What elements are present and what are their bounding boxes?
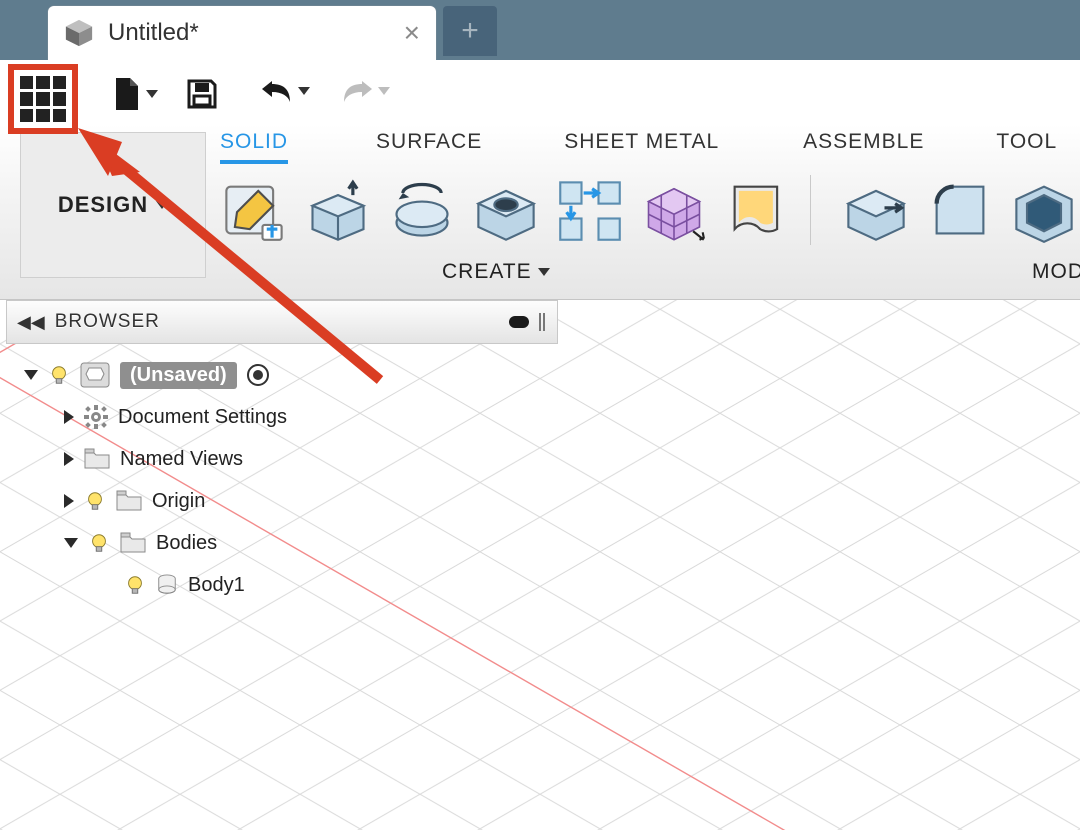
document-tab[interactable]: Untitled* ×: [48, 6, 436, 60]
separator: [810, 175, 824, 245]
browser-tree: (Unsaved) Document Settings Named Views …: [6, 344, 558, 606]
root-label: (Unsaved): [120, 362, 237, 389]
browser-title: BROWSER: [55, 311, 160, 333]
chevron-down-icon: [378, 87, 390, 95]
expand-icon[interactable]: [64, 452, 74, 466]
expand-icon[interactable]: [64, 410, 74, 424]
expand-icon[interactable]: [64, 538, 78, 548]
undo-button[interactable]: [260, 78, 310, 104]
tree-label: Origin: [152, 490, 205, 513]
tree-item-named-views[interactable]: Named Views: [24, 438, 552, 480]
bulb-icon[interactable]: [48, 364, 70, 386]
grid-icon: [20, 76, 66, 122]
workspace-label: DESIGN: [58, 192, 148, 218]
folder-icon: [116, 490, 142, 512]
ribbon-tabs: SOLID SURFACE SHEET METAL ASSEMBLE TOOL: [220, 130, 1057, 164]
group-label-modify[interactable]: MOD: [1032, 260, 1080, 284]
tree-item-document-settings[interactable]: Document Settings: [24, 396, 552, 438]
press-pull-button[interactable]: [842, 176, 910, 244]
drag-handle-icon[interactable]: [539, 313, 547, 331]
tree-root[interactable]: (Unsaved): [24, 354, 552, 396]
pattern-button[interactable]: [556, 176, 624, 244]
redo-button[interactable]: [340, 78, 390, 104]
redo-icon: [340, 78, 374, 104]
body-icon: [156, 574, 178, 596]
chevron-down-icon: [538, 268, 550, 276]
quick-access-toolbar: [0, 60, 1080, 124]
expand-icon[interactable]: [24, 370, 38, 380]
bulb-icon[interactable]: [88, 532, 110, 554]
active-component-icon[interactable]: [247, 364, 269, 386]
workspace-switcher[interactable]: DESIGN: [20, 132, 206, 278]
folder-icon: [120, 532, 146, 554]
document-tabs-bar: Untitled* × +: [0, 0, 1080, 60]
pill-icon[interactable]: [509, 316, 529, 328]
file-menu-button[interactable]: [112, 78, 158, 110]
tree-label: Document Settings: [118, 406, 287, 429]
browser-panel: ◀◀ BROWSER (Unsaved) Document Settings N…: [6, 300, 558, 606]
fillet-button[interactable]: [926, 176, 994, 244]
chevron-down-icon: [146, 90, 158, 98]
tree-label: Named Views: [120, 448, 243, 471]
tab-surface[interactable]: SURFACE: [376, 130, 482, 164]
extrude-button[interactable]: [304, 176, 372, 244]
tab-assemble[interactable]: ASSEMBLE: [803, 130, 924, 164]
undo-icon: [260, 78, 294, 104]
ribbon: DESIGN SOLID SURFACE SHEET METAL ASSEMBL…: [0, 124, 1080, 300]
collapse-icon[interactable]: ◀◀: [17, 312, 45, 333]
ribbon-tools: [220, 170, 1078, 250]
tab-solid[interactable]: SOLID: [220, 130, 288, 164]
save-button[interactable]: [186, 78, 218, 110]
data-panel-button[interactable]: [8, 64, 78, 134]
cube-icon: [64, 18, 94, 48]
tab-tools[interactable]: TOOL: [996, 130, 1057, 164]
tree-item-origin[interactable]: Origin: [24, 480, 552, 522]
save-icon: [186, 78, 218, 110]
browser-header[interactable]: ◀◀ BROWSER: [6, 300, 558, 344]
shell-button[interactable]: [1010, 176, 1078, 244]
chevron-down-icon: [298, 87, 310, 95]
new-tab-button[interactable]: +: [443, 6, 497, 56]
create-sketch-button[interactable]: [220, 176, 288, 244]
bulb-icon[interactable]: [124, 574, 146, 596]
create-form-button[interactable]: [640, 176, 708, 244]
bulb-icon[interactable]: [84, 490, 106, 512]
folder-icon: [84, 448, 110, 470]
tree-item-bodies[interactable]: Bodies: [24, 522, 552, 564]
component-icon: [80, 362, 110, 388]
tree-label: Body1: [188, 574, 245, 597]
chevron-down-icon: [156, 201, 168, 209]
document-tab-title: Untitled*: [108, 19, 404, 47]
derive-button[interactable]: [724, 176, 792, 244]
gear-icon: [84, 405, 108, 429]
group-label-create[interactable]: CREATE: [442, 260, 550, 284]
tab-sheet-metal[interactable]: SHEET METAL: [564, 130, 719, 164]
file-icon: [112, 78, 142, 110]
tree-label: Bodies: [156, 532, 217, 555]
close-icon[interactable]: ×: [404, 17, 420, 49]
tree-item-body1[interactable]: Body1: [24, 564, 552, 606]
hole-button[interactable]: [472, 176, 540, 244]
revolve-button[interactable]: [388, 176, 456, 244]
expand-icon[interactable]: [64, 494, 74, 508]
